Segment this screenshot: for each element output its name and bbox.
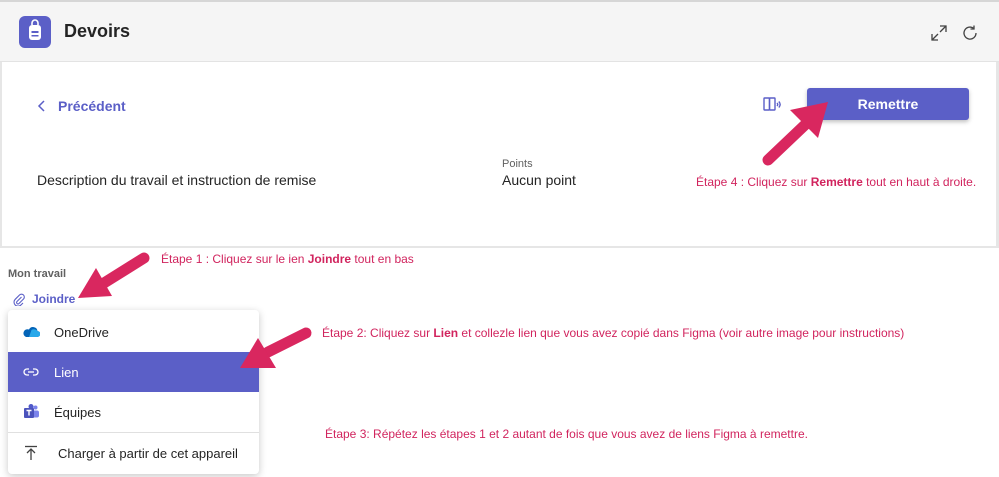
annotation-step-1: Étape 1 : Cliquez sur le ien Joindre tou… <box>161 252 414 266</box>
app-title: Devoirs <box>64 21 131 41</box>
points-label: Points <box>502 158 533 170</box>
points-value: Aucun point <box>502 172 576 188</box>
menu-item-label: OneDrive <box>54 324 109 340</box>
menu-item-teams[interactable]: Équipes <box>8 392 259 432</box>
menu-item-onedrive[interactable]: OneDrive <box>8 312 259 352</box>
paperclip-icon <box>13 293 25 306</box>
annotation-step-4: Étape 4 : Cliquez sur Remettre tout en h… <box>696 175 977 189</box>
upload-icon <box>22 444 40 462</box>
immersive-reader-icon[interactable] <box>762 95 782 115</box>
attach-label: Joindre <box>32 292 76 306</box>
my-work-label: Mon travail <box>8 268 67 280</box>
menu-item-link[interactable]: Lien <box>8 352 259 392</box>
onedrive-icon <box>22 323 40 341</box>
app-header: Devoirs <box>0 0 999 62</box>
back-label: Précédent <box>58 98 126 114</box>
refresh-icon[interactable] <box>961 24 979 42</box>
backpack-icon <box>19 16 51 48</box>
card-border <box>0 62 2 248</box>
card-border <box>0 246 999 248</box>
link-icon <box>22 363 40 381</box>
menu-item-upload[interactable]: Charger à partir de cet appareil <box>8 433 259 473</box>
back-button[interactable]: Précédent <box>36 96 126 116</box>
arrow-icon <box>78 252 150 298</box>
teams-icon <box>22 403 40 421</box>
attach-button[interactable]: Joindre <box>13 290 75 308</box>
attach-menu: OneDrive Lien Équipes Charger à partir d… <box>8 310 259 474</box>
chevron-left-icon <box>37 100 45 112</box>
annotation-step-3: Étape 3: Répétez les étapes 1 et 2 autan… <box>325 427 808 441</box>
menu-item-label: Lien <box>54 364 79 380</box>
menu-item-label: Charger à partir de cet appareil <box>58 445 238 461</box>
expand-icon[interactable] <box>930 24 948 42</box>
menu-item-label: Équipes <box>54 404 101 420</box>
annotation-step-2: Étape 2: Cliquez sur Lien et collezle li… <box>322 326 905 340</box>
submit-button[interactable]: Remettre <box>807 88 969 120</box>
assignment-description: Description du travail et instruction de… <box>37 172 317 188</box>
